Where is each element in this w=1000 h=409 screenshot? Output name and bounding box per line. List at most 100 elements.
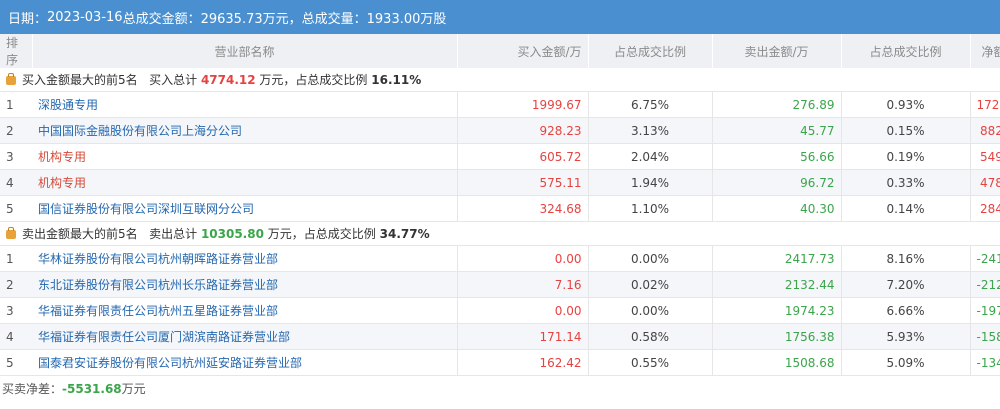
table-row[interactable]: 1 华林证券股份有限公司杭州朝晖路证券营业部 0.00 0.00% 2417.73 8.1… — [0, 245, 1000, 272]
buy-ratio: 16.11% — [371, 73, 422, 87]
buy-amount-cell: 0.00 — [457, 245, 589, 272]
broker-name-link[interactable]: 华林证券股份有限公司杭州朝晖路证券营业部 — [32, 245, 458, 272]
sell-section-header: 卖出金额最大的前5名 卖出总计 10305.80 万元，占总成交比例 34.77… — [0, 221, 1000, 246]
col-sell[interactable]: 卖出金额/万 — [712, 34, 842, 68]
amount-label: 总成交金额： — [122, 11, 201, 27]
sell-amount-cell: 1756.38 — [712, 323, 842, 350]
table-row[interactable]: 5 国信证券股份有限公司深圳互联网分公司 324.68 1.10% 40.30 0.14%… — [0, 195, 1000, 222]
sell-ratio-cell: 7.20% — [841, 271, 971, 298]
sell-ratio-cell: 0.15% — [841, 117, 971, 144]
table-row[interactable]: 2 中国国际金融股份有限公司上海分公司 928.23 3.13% 45.77 0.15% 8… — [0, 117, 1000, 144]
broker-name-link[interactable]: 机构专用 — [32, 169, 458, 196]
net-amount-cell: 284.38 — [970, 195, 1000, 222]
table-row[interactable]: 5 国泰君安证券股份有限公司杭州延安路证券营业部 162.42 0.55% 1508.6… — [0, 349, 1000, 376]
buy-ratio-cell: 1.10% — [588, 195, 713, 222]
net-diff-value: -5531.68 — [62, 382, 122, 396]
broker-name-link[interactable]: 华福证券有限责任公司杭州五星路证券营业部 — [32, 297, 458, 324]
sell-amount-cell: 1974.23 — [712, 297, 842, 324]
sell-amount-cell: 45.77 — [712, 117, 842, 144]
rank-cell: 1 — [0, 245, 32, 272]
buy-amount-cell: 171.14 — [457, 323, 589, 350]
col-buy[interactable]: 买入金额/万 — [457, 34, 589, 68]
buy-amount-cell: 1999.67 — [457, 91, 589, 118]
net-amount-cell: -1974.23 — [970, 297, 1000, 324]
sell-total: 10305.80 — [200, 227, 264, 241]
net-amount-cell: 478.39 — [970, 169, 1000, 196]
col-sell-pct[interactable]: 占总成交比例 — [841, 34, 971, 68]
sell-amount-cell: 56.66 — [712, 143, 842, 170]
sell-ratio-cell: 0.14% — [841, 195, 971, 222]
net-amount-cell: 1722.78 — [970, 91, 1000, 118]
sell-amount-cell: 2132.44 — [712, 271, 842, 298]
summary-bar: 日期： 2023-03-16 总成交金额： 29635.73万元 ，总成交量： 1933… — [0, 0, 1000, 34]
buy-ratio-cell: 0.55% — [588, 349, 713, 376]
col-buy-pct[interactable]: 占总成交比例 — [588, 34, 713, 68]
table-row[interactable]: 4机构专用575.111.94%96.720.33%478.39 — [0, 169, 1000, 196]
rank-cell: 2 — [0, 271, 32, 298]
sell-amount-cell: 1508.68 — [712, 349, 842, 376]
net-diff-label: 买卖净差： — [2, 382, 63, 396]
sell-amount-cell: 40.30 — [712, 195, 842, 222]
sell-ratio-cell: 0.93% — [841, 91, 971, 118]
shopping-bag-icon — [6, 227, 16, 239]
net-amount-cell: -2417.73 — [970, 245, 1000, 272]
buy-ratio-cell: 0.00% — [588, 297, 713, 324]
shopping-bag-icon — [6, 73, 16, 85]
sell-amount-cell: 276.89 — [712, 91, 842, 118]
broker-name-link[interactable]: 机构专用 — [32, 143, 458, 170]
sell-ratio-cell: 0.19% — [841, 143, 971, 170]
sell-unit-text: 万元，占总成交比例 — [267, 227, 376, 241]
sell-ratio-cell: 5.09% — [841, 349, 971, 376]
sell-section-title: 卖出金额最大的前5名 — [22, 227, 138, 241]
col-name[interactable]: 营业部名称 — [32, 34, 458, 68]
buy-total: 4774.12 — [200, 73, 256, 87]
sell-ratio-cell: 6.66% — [841, 297, 971, 324]
total-volume: 1933.00万股 — [366, 11, 447, 27]
volume-label: ，总成交量： — [288, 11, 367, 27]
table-header: 排序 营业部名称 买入金额/万 占总成交比例 卖出金额/万 占总成交比例 净额/… — [0, 34, 1000, 68]
col-net[interactable]: 净额/万 — [970, 34, 1000, 68]
buy-unit-text: 万元，占总成交比例 — [259, 73, 368, 87]
sell-amount-cell: 96.72 — [712, 169, 842, 196]
broker-name-link[interactable]: 国泰君安证券股份有限公司杭州延安路证券营业部 — [32, 349, 458, 376]
net-amount-cell: -1585.24 — [970, 323, 1000, 350]
buy-total-label: 买入总计 — [149, 73, 198, 87]
table-row[interactable]: 4 华福证券有限责任公司厦门湖滨南路证券营业部 171.14 0.58% 1756.38… — [0, 323, 1000, 350]
table-row[interactable]: 1深股通专用1999.676.75%276.890.93%1722.78 — [0, 91, 1000, 118]
broker-name-link[interactable]: 国信证券股份有限公司深圳互联网分公司 — [32, 195, 458, 222]
sell-ratio-cell: 8.16% — [841, 245, 971, 272]
sell-ratio-cell: 5.93% — [841, 323, 971, 350]
trade-date: 2023-03-16 — [47, 9, 123, 25]
buy-amount-cell: 7.16 — [457, 271, 589, 298]
sell-ratio: 34.77% — [379, 227, 430, 241]
broker-name-link[interactable]: 深股通专用 — [32, 91, 458, 118]
sell-total-label: 卖出总计 — [149, 227, 198, 241]
buy-section-header: 买入金额最大的前5名 买入总计 4774.12 万元，占总成交比例 16.11% — [0, 68, 1000, 92]
rank-cell: 3 — [0, 143, 32, 170]
rank-cell: 1 — [0, 91, 32, 118]
buy-amount-cell: 928.23 — [457, 117, 589, 144]
total-amount: 29635.73万元 — [200, 11, 289, 27]
rank-cell: 5 — [0, 349, 32, 376]
broker-table: 排序 营业部名称 买入金额/万 占总成交比例 卖出金额/万 占总成交比例 净额/… — [0, 34, 1000, 376]
buy-amount-cell: 575.11 — [457, 169, 589, 196]
rank-cell: 2 — [0, 117, 32, 144]
net-diff-unit: 万元 — [121, 382, 146, 396]
buy-ratio-cell: 1.94% — [588, 169, 713, 196]
broker-name-link[interactable]: 华福证券有限责任公司厦门湖滨南路证券营业部 — [32, 323, 458, 350]
buy-amount-cell: 162.42 — [457, 349, 589, 376]
table-row[interactable]: 2 东北证券股份有限公司杭州长乐路证券营业部 7.16 0.02% 2132.44 7.2… — [0, 271, 1000, 298]
buy-ratio-cell: 0.58% — [588, 323, 713, 350]
table-row[interactable]: 3机构专用605.722.04%56.660.19%549.07 — [0, 143, 1000, 170]
net-amount-cell: -1346.26 — [970, 349, 1000, 376]
sell-ratio-cell: 0.33% — [841, 169, 971, 196]
buy-ratio-cell: 0.00% — [588, 245, 713, 272]
broker-name-link[interactable]: 东北证券股份有限公司杭州长乐路证券营业部 — [32, 271, 458, 298]
broker-name-link[interactable]: 中国国际金融股份有限公司上海分公司 — [32, 117, 458, 144]
col-rank[interactable]: 排序 — [0, 34, 33, 68]
buy-amount-cell: 324.68 — [457, 195, 589, 222]
table-row[interactable]: 3 华福证券有限责任公司杭州五星路证券营业部 0.00 0.00% 1974.23 6.6… — [0, 297, 1000, 324]
rank-cell: 4 — [0, 169, 32, 196]
date-label: 日期： — [8, 11, 48, 27]
buy-amount-cell: 0.00 — [457, 297, 589, 324]
